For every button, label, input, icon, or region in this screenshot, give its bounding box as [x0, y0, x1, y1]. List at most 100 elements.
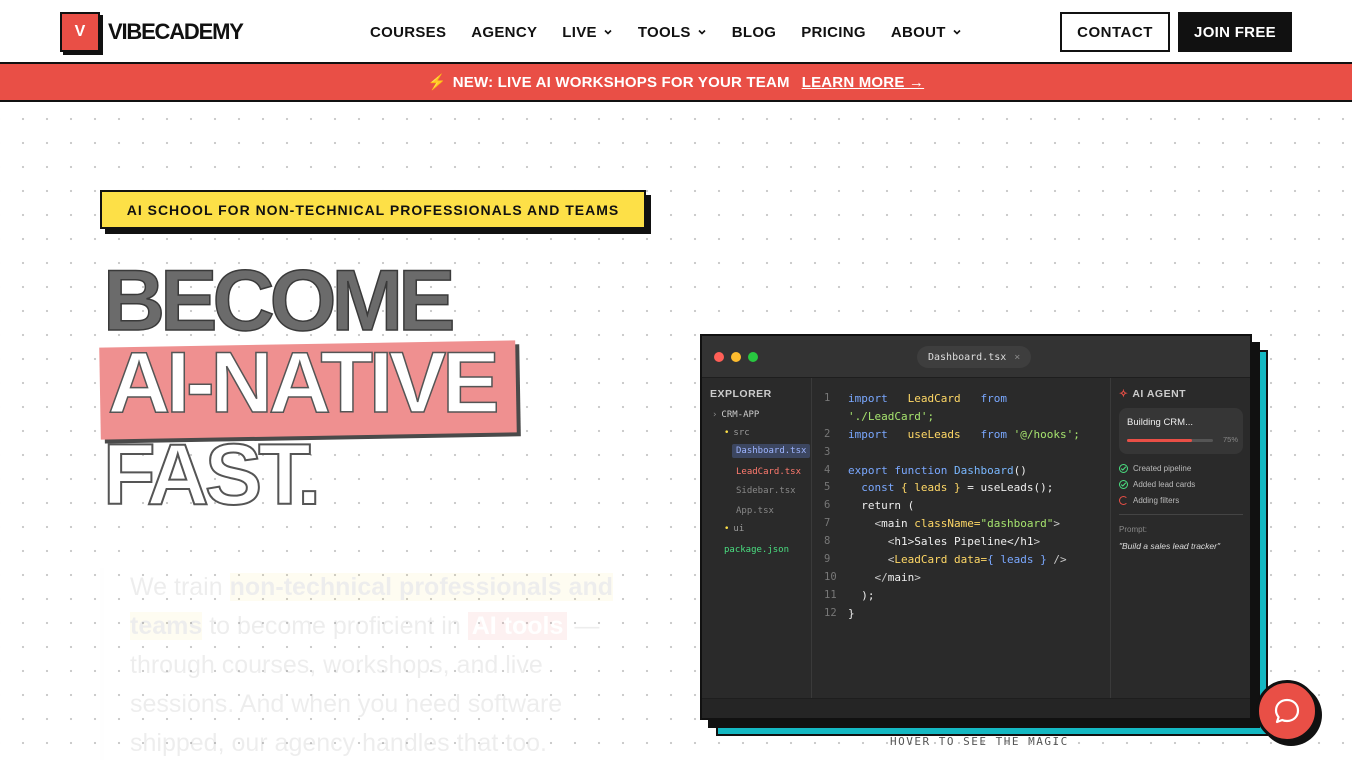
line-number: 1: [824, 392, 831, 404]
hero-title-line-1: BECOME: [102, 253, 456, 349]
file-dashboard[interactable]: Dashboard.tsx: [732, 444, 811, 458]
learn-more-link[interactable]: LEARN MORE →: [802, 74, 924, 91]
code-token: main: [881, 517, 908, 530]
chevron-down-icon: [603, 27, 613, 37]
line-number: 8: [824, 535, 831, 547]
file-sidebar[interactable]: Sidebar.tsx: [736, 486, 796, 496]
nav-live-label: LIVE: [562, 23, 597, 41]
folder-ui-label: ui: [733, 524, 745, 534]
code-editor-mockup[interactable]: Dashboard.tsx × EXPLORER › CRM-APP • src D…: [700, 334, 1252, 720]
nav-pricing-label: PRICING: [801, 23, 866, 41]
line-number: 5: [824, 481, 831, 493]
logo-text: VIBECADEMY: [108, 19, 244, 44]
ai-agent-title-label: AI AGENT: [1132, 388, 1187, 400]
code-token: >: [1033, 535, 1041, 548]
code-token: />: [1053, 553, 1067, 566]
file-package-json[interactable]: package.json: [724, 545, 789, 555]
code-line: );: [848, 589, 874, 602]
code-token: { leads }: [901, 481, 961, 494]
agent-task-label: Building CRM...: [1127, 417, 1193, 428]
sparkle-icon: ✧: [1119, 388, 1129, 400]
nav-pricing[interactable]: PRICING: [801, 24, 866, 41]
file-app[interactable]: App.tsx: [736, 506, 774, 516]
hero-title-line-2: AI-NATIVE: [107, 335, 500, 431]
nav-tools[interactable]: TOOLS: [638, 24, 707, 41]
code-token: data=: [953, 553, 988, 566]
desc-text-1: We train: [130, 573, 223, 601]
minimize-dot-icon: [731, 352, 741, 362]
folder-crm-app[interactable]: › CRM-APP: [712, 410, 759, 420]
agent-step-done: Added lead cards: [1119, 480, 1195, 489]
agent-step-label: Added lead cards: [1133, 480, 1196, 489]
code-token: useLeads: [907, 428, 961, 441]
line-number: 9: [824, 553, 831, 565]
main-menu: COURSES AGENCY LIVE TOOLS BLOG PRICING A…: [370, 0, 987, 64]
chat-bubble-button[interactable]: [1256, 680, 1318, 742]
close-dot-icon: [714, 352, 724, 362]
editor-tab-label: Dashboard.tsx: [928, 351, 1007, 363]
folder-src[interactable]: • src: [724, 428, 750, 438]
announcement-banner: ⚡ NEW: LIVE AI WORKSHOPS FOR YOUR TEAM L…: [0, 64, 1352, 102]
agent-task-card: Building CRM... 75%: [1119, 408, 1243, 454]
chevron-down-icon: [952, 27, 962, 37]
contact-button[interactable]: CONTACT: [1060, 12, 1170, 52]
nav-agency-label: AGENCY: [471, 23, 538, 41]
code-token: import: [848, 392, 888, 405]
agent-progress-bar: [1127, 439, 1213, 442]
check-circle-icon: [1119, 464, 1128, 473]
folder-dot-icon: •: [724, 428, 730, 438]
folder-ui[interactable]: • ui: [724, 524, 744, 534]
close-icon[interactable]: ×: [1014, 352, 1020, 363]
desc-text-2: to become proficient in: [209, 612, 461, 640]
line-number: 12: [824, 607, 837, 619]
code-token: from: [980, 392, 1007, 405]
code-token: >Sales Pipeline</: [907, 535, 1021, 548]
nav-agency[interactable]: AGENCY: [471, 24, 537, 41]
top-navbar: V VIBECADEMY COURSES AGENCY LIVE TOOLS B…: [0, 0, 1352, 64]
banner-text: NEW: LIVE AI WORKSHOPS FOR YOUR TEAM: [452, 73, 790, 91]
ai-agent-title: ✧ AI AGENT: [1119, 388, 1186, 400]
nav-live[interactable]: LIVE: [562, 24, 613, 41]
nav-courses[interactable]: COURSES: [370, 24, 446, 41]
code-token: Dashboard: [953, 464, 1014, 477]
code-token: main: [887, 571, 915, 584]
code-token: const: [861, 481, 895, 494]
hover-caption: HOVER TO SEE THE MAGIC: [890, 735, 1069, 748]
lightning-icon: ⚡: [427, 74, 447, 91]
code-token: LeadCard: [894, 553, 948, 566]
folder-dot-icon: •: [724, 524, 730, 534]
hero-title-line-3: FAST.: [102, 427, 322, 523]
line-number: 11: [824, 589, 837, 601]
nav-tools-label: TOOLS: [637, 23, 691, 41]
code-line: const { leads } = useLeads();: [848, 481, 1053, 494]
nav-blog[interactable]: BLOG: [732, 24, 777, 41]
code-token: = useLeads();: [967, 481, 1054, 494]
editor-tab-dashboard[interactable]: Dashboard.tsx ×: [917, 346, 1032, 368]
explorer-title: EXPLORER: [710, 388, 772, 400]
folder-src-label: src: [733, 428, 750, 438]
code-line: <main className="dashboard">: [848, 517, 1060, 530]
code-line: </main>: [848, 571, 921, 584]
code-token: return (: [861, 499, 915, 512]
ai-agent-panel: ✧ AI AGENT Building CRM... 75% Created pi…: [1110, 378, 1250, 698]
nav-blog-label: BLOG: [731, 23, 777, 41]
hero-badge: AI SCHOOL FOR NON-TECHNICAL PROFESSIONAL…: [100, 190, 646, 229]
nav-about[interactable]: ABOUT: [891, 24, 962, 41]
code-token: LeadCard: [907, 392, 961, 405]
code-token: './LeadCard';: [848, 410, 935, 423]
code-token: className=: [914, 517, 981, 530]
code-line: return (: [848, 499, 914, 512]
desc-highlight-2: AI tools: [467, 612, 568, 640]
file-leadcard[interactable]: LeadCard.tsx: [736, 467, 801, 477]
spinner-icon: [1119, 496, 1128, 505]
chat-bubble-icon: [1273, 697, 1301, 725]
code-line: './LeadCard';: [848, 410, 934, 423]
logo[interactable]: V VIBECADEMY: [60, 12, 244, 52]
code-token: import: [848, 428, 888, 441]
join-free-button[interactable]: JOIN FREE: [1178, 12, 1292, 52]
nav-about-label: ABOUT: [890, 23, 946, 41]
agent-step-active: Adding filters: [1119, 496, 1179, 505]
line-number: 6: [824, 499, 831, 511]
file-explorer: EXPLORER › CRM-APP • src Dashboard.tsx Lea…: [702, 378, 812, 698]
code-token: </: [874, 571, 888, 584]
